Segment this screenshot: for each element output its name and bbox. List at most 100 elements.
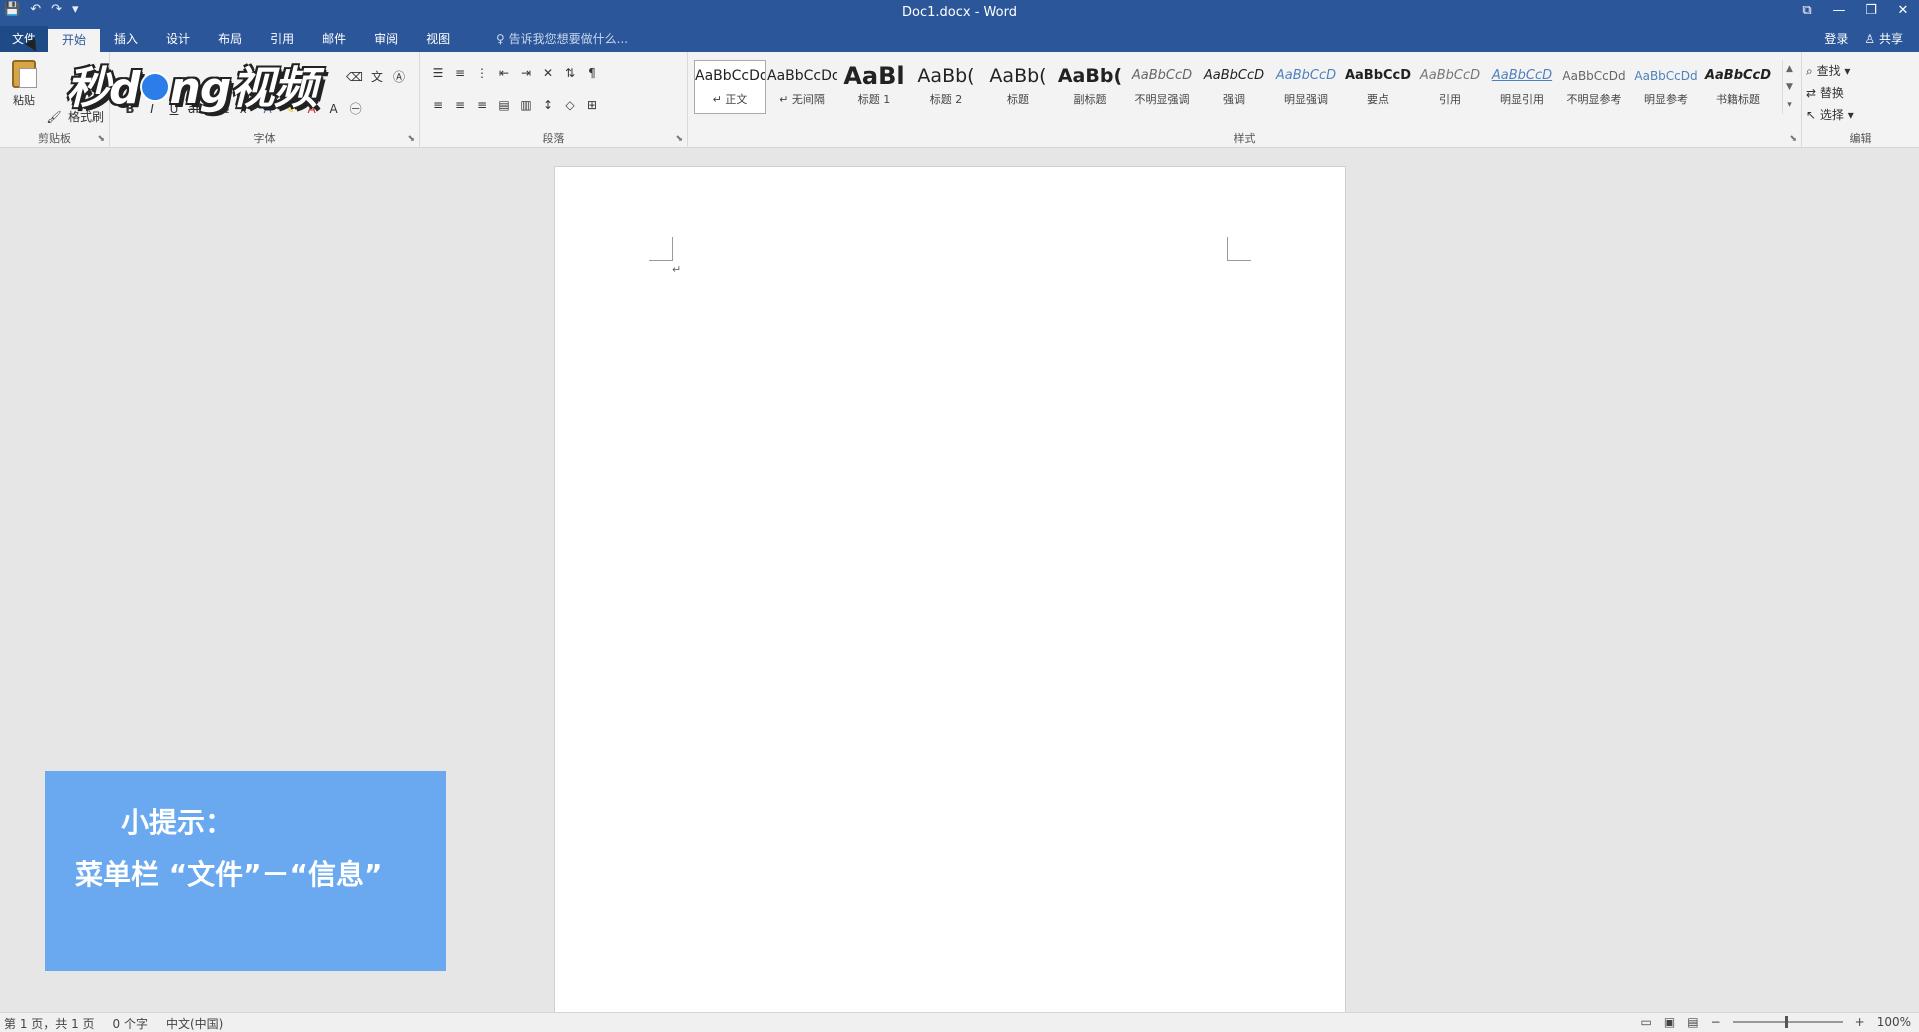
style-subtitle[interactable]: AaBb(副标题 [1054,60,1126,114]
style-name: ↵ 无间隔 [779,93,825,106]
chevron-up-icon[interactable]: ▲ [1783,60,1796,78]
play-icon [139,72,170,102]
char-border-icon[interactable]: Ⓐ [391,68,407,85]
enclose-char-icon[interactable]: ㊀ [348,100,364,117]
style-sample: AaBbCcD [1275,68,1337,83]
style-intense-reference[interactable]: AaBbCcDd 明显参考 [1630,60,1702,114]
shading-icon[interactable]: ◇ [562,98,578,112]
tell-me-search[interactable]: ♀ 告诉我您想要做什么... [496,26,628,52]
signin-link[interactable]: 登录 [1824,26,1848,52]
cursor-icon: ↖ [1806,108,1817,122]
dialog-launcher-icon[interactable]: ⬊ [1789,134,1797,144]
multilevel-list-icon[interactable]: ⋮ [474,66,490,80]
clear-format-icon[interactable]: ⌫ [346,70,363,84]
style-strong[interactable]: AaBbCcD 要点 [1342,60,1414,114]
gallery-scroll[interactable]: ▲ ▼ ▾ [1782,60,1796,114]
styles-group-label: 样式 [1233,132,1256,145]
style-sample: AaBbCcDd [1562,69,1626,83]
style-emphasis[interactable]: AaBbCcD 强调 [1198,60,1270,114]
clipboard-group-label: 剪贴板 [38,132,71,145]
word-count[interactable]: 0 个字 [113,1015,148,1032]
margin-corner-mark [1227,237,1251,261]
chevron-down-icon[interactable]: ▼ [1783,78,1796,96]
close-icon[interactable]: ✕ [1887,0,1919,24]
style-sample: AaBbCcD [1344,68,1412,83]
dialog-launcher-icon[interactable]: ⬊ [407,134,415,144]
align-right-icon[interactable]: ≡ [474,98,490,112]
dialog-launcher-icon[interactable]: ⬊ [675,134,683,144]
clipboard-icon [12,60,37,88]
style-subtle-emphasis[interactable]: AaBbCcD 不明显强调 [1126,60,1198,114]
brush-icon: 🖌 [46,109,62,124]
style-heading-1[interactable]: AaBl 标题 1 [838,60,910,114]
select-button[interactable]: ↖ 选择 ▾ [1806,104,1854,126]
paragraph-group: ☰ ≡ ⋮ ⇤ ⇥ ✕ ⇅ ¶ ≡ ≡ ≡ ▤ ▥ ↕ ◇ ⊞ 段落 ⬊ [420,52,688,148]
justify-icon[interactable]: ▤ [496,98,512,112]
decrease-indent-icon[interactable]: ⇤ [496,66,512,80]
style-sample: AaBb( [917,65,975,87]
style-sample: AaBbCcD [1704,68,1772,83]
ribbon-display-icon[interactable]: ⧉ [1791,0,1823,24]
minimize-icon[interactable]: — [1823,0,1855,24]
zoom-out-icon[interactable]: − [1711,1015,1721,1029]
paste-button[interactable]: 粘贴 [8,60,40,118]
restore-icon[interactable]: ❐ [1855,0,1887,24]
account-area: 登录 ♙ 共享 [1824,26,1903,52]
tab-review[interactable]: 审阅 [360,26,412,52]
replace-button[interactable]: ⇄ 替换 [1806,82,1854,104]
line-spacing-icon[interactable]: ↕ [540,98,556,112]
editing-group-label: 编辑 [1849,132,1872,145]
style-no-spacing[interactable]: AaBbCcDd ↵ 无间隔 [766,60,838,114]
zoom-slider[interactable] [1732,1016,1843,1028]
style-sample: AaBl [843,62,905,90]
gallery-more-icon[interactable]: ▾ [1783,96,1796,114]
styles-gallery: AaBbCcDd ↵ 正文 AaBbCcDd ↵ 无间隔 AaBl 标题 1 AaBb… [694,60,1774,114]
style-book-title[interactable]: AaBbCcD 书籍标题 [1702,60,1774,114]
distributed-icon[interactable]: ▥ [518,98,534,112]
bullets-icon[interactable]: ☰ [430,66,446,80]
sort-icon[interactable]: ⇅ [562,66,578,80]
dialog-launcher-icon[interactable]: ⬊ [97,134,105,144]
window-controls: ⧉ — ❐ ✕ [1791,0,1919,24]
align-center-icon[interactable]: ≡ [452,98,468,112]
style-name: 书籍标题 [1716,93,1760,106]
borders-icon[interactable]: ⊞ [584,98,600,112]
tab-view[interactable]: 视图 [412,26,464,52]
zoom-level[interactable]: 100% [1877,1015,1911,1029]
tab-home[interactable]: 开始 [48,29,101,52]
page-count[interactable]: 第 1 页，共 1 页 [4,1015,95,1032]
show-marks-icon[interactable]: ¶ [584,66,600,80]
style-name: 明显引用 [1500,93,1544,106]
style-intense-quote[interactable]: AaBbCcD 明显引用 [1486,60,1558,114]
print-layout-icon[interactable]: ▣ [1664,1015,1675,1029]
tab-references[interactable]: 引用 [256,26,308,52]
zoom-in-icon[interactable]: + [1855,1015,1865,1029]
find-button[interactable]: ⌕ 查找 ▾ [1806,60,1854,82]
web-layout-icon[interactable]: ▤ [1687,1015,1698,1029]
chinese-layout-icon[interactable]: ✕ [540,66,556,80]
share-button[interactable]: ♙ 共享 [1864,26,1903,52]
char-shading-icon[interactable]: A [326,102,342,116]
style-intense-emphasis[interactable]: AaBbCcD 明显强调 [1270,60,1342,114]
increase-indent-icon[interactable]: ⇥ [518,66,534,80]
language-indicator[interactable]: 中文(中国) [166,1015,223,1032]
replace-icon: ⇄ [1806,86,1817,100]
document-page[interactable]: ↵ [554,166,1346,1016]
tab-mailings[interactable]: 邮件 [308,26,360,52]
read-mode-icon[interactable]: ▭ [1641,1015,1652,1029]
tab-design[interactable]: 设计 [152,26,204,52]
phonetic-guide-icon[interactable]: 文 [369,68,385,85]
style-heading-2[interactable]: AaBb(标题 2 [910,60,982,114]
numbering-icon[interactable]: ≡ [452,66,468,80]
tab-layout[interactable]: 布局 [204,26,256,52]
style-subtle-reference[interactable]: AaBbCcDd 不明显参考 [1558,60,1630,114]
align-left-icon[interactable]: ≡ [430,98,446,112]
style-quote[interactable]: AaBbCcD 引用 [1414,60,1486,114]
style-title[interactable]: AaBb(标题 [982,60,1054,114]
window-title: Doc1.docx - Word [902,5,1017,20]
style-sample: AaBb( [989,65,1047,87]
paste-label: 粘贴 [13,94,35,107]
paragraph-bottom-row: ≡ ≡ ≡ ▤ ▥ ↕ ◇ ⊞ [430,98,600,112]
style-normal[interactable]: AaBbCcDd ↵ 正文 [694,60,766,114]
tab-insert[interactable]: 插入 [100,26,152,52]
